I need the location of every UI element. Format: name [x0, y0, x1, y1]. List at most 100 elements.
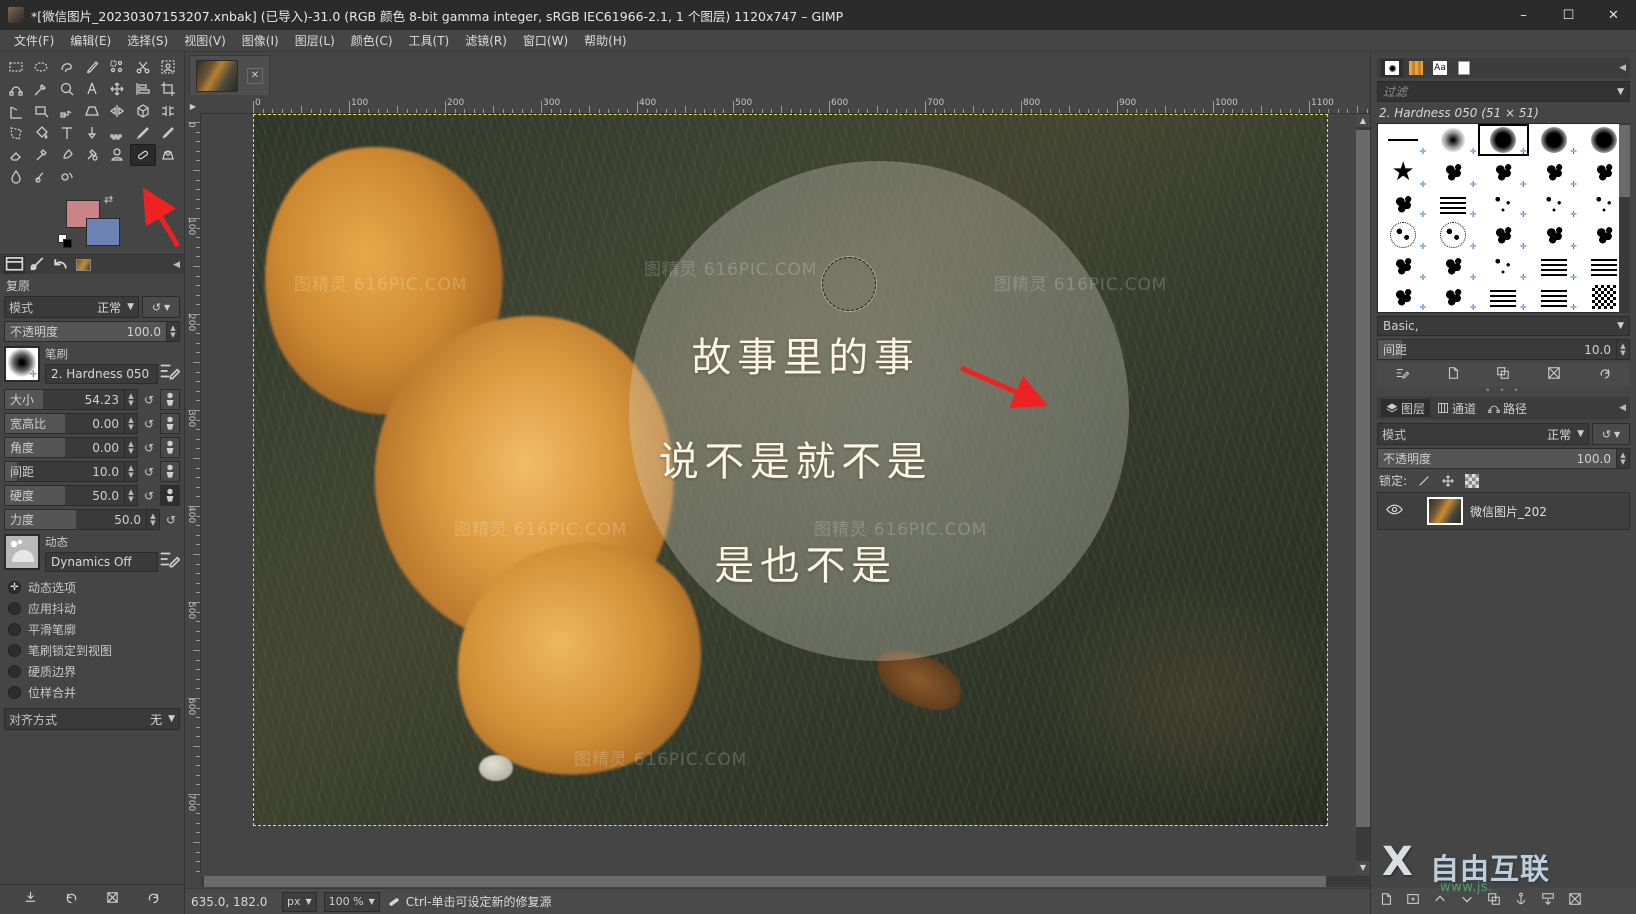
brush-spacing-slider[interactable]: 间距 10.0 — [1377, 339, 1617, 360]
reset-options-icon[interactable] — [146, 890, 161, 909]
brush-cell[interactable]: ✛ — [1529, 219, 1579, 251]
align-select[interactable]: 对齐方式 无 ▼ — [4, 708, 180, 730]
background-color-swatch[interactable] — [86, 218, 120, 246]
brush-cell[interactable]: ✛ — [1529, 124, 1579, 156]
rect-select-icon[interactable] — [3, 56, 28, 78]
lock-position-icon[interactable] — [1441, 474, 1455, 488]
dodge-burn-icon[interactable] — [54, 166, 79, 188]
brush-cell[interactable]: ✛ — [1378, 219, 1428, 251]
lock-pixels-icon[interactable] — [1417, 474, 1431, 488]
collapse-icon[interactable]: ◀ — [173, 260, 180, 270]
blur-sharpen-icon[interactable] — [3, 166, 28, 188]
brush-cell[interactable]: ★ ✛ — [1378, 156, 1428, 188]
hardness-stepper[interactable]: ▲ ▼ — [125, 485, 138, 506]
tab-images[interactable] — [73, 256, 94, 274]
layer-list-item[interactable]: 微信图片_202 — [1377, 492, 1630, 530]
checkbox-toggle[interactable] — [8, 686, 21, 699]
menu-item-3[interactable]: 视图(V) — [176, 30, 234, 51]
checkbox-row-1[interactable]: 应用抖动 — [4, 598, 180, 619]
dynamics-preview[interactable] — [4, 534, 40, 570]
checkbox-toggle[interactable] — [8, 581, 21, 594]
smudge-icon[interactable] — [28, 166, 53, 188]
new-group-icon[interactable] — [1406, 892, 1420, 910]
select-by-color-icon[interactable] — [105, 56, 130, 78]
checkbox-toggle[interactable] — [8, 644, 21, 657]
default-colors-icon[interactable] — [58, 234, 73, 249]
ink-icon[interactable] — [54, 144, 79, 166]
raise-layer-icon[interactable] — [1433, 892, 1447, 910]
perspective-icon[interactable] — [79, 100, 104, 122]
lower-layer-icon[interactable] — [1460, 892, 1474, 910]
brush-cell[interactable]: ✛ — [1529, 156, 1579, 189]
layer-opacity-slider[interactable]: 不透明度 100.0 — [1377, 448, 1617, 469]
menu-item-7[interactable]: 工具(T) — [401, 30, 458, 51]
scissors-select-icon[interactable] — [130, 56, 155, 78]
delete-brush-icon[interactable] — [1547, 366, 1561, 384]
tab-paths[interactable]: 路径 — [1483, 399, 1532, 417]
menu-item-1[interactable]: 编辑(E) — [62, 30, 119, 51]
brush-cell[interactable]: ✛ — [1529, 282, 1579, 312]
collapse-icon[interactable]: ◀ — [1619, 403, 1626, 413]
image-canvas[interactable]: 图精灵 616PIC.COM 图精灵 616PIC.COM 图精灵 616PIC… — [253, 114, 1328, 826]
link-spacing-icon[interactable] — [160, 461, 180, 482]
checkbox-row-5[interactable]: 位样合并 — [4, 682, 180, 703]
hardness-slider[interactable]: 硬度 50.0 — [4, 485, 125, 506]
3d-transform-icon[interactable] — [130, 100, 155, 122]
horizontal-scrollbar[interactable] — [185, 874, 1370, 888]
tab-channels[interactable]: 通道 — [1432, 399, 1481, 417]
checkbox-row-4[interactable]: 硬质边界 — [4, 661, 180, 682]
clone-icon[interactable] — [105, 144, 130, 166]
panel-grip[interactable]: • • • — [1377, 386, 1630, 396]
brush-cell[interactable]: ✛ — [1428, 124, 1478, 156]
new-layer-icon[interactable] — [1379, 892, 1393, 910]
maximize-button[interactable]: ☐ — [1546, 0, 1591, 30]
spacing-slider[interactable]: 间距 10.0 — [4, 461, 125, 482]
lock-alpha-icon[interactable] — [1465, 473, 1480, 488]
color-picker-icon[interactable] — [28, 78, 53, 100]
text-icon[interactable] — [54, 122, 79, 144]
brush-cell[interactable]: ✛ — [1529, 189, 1579, 219]
brush-cell[interactable]: ✛ — [1428, 219, 1478, 251]
tab-brushes[interactable] — [1381, 59, 1403, 77]
gradient-icon[interactable] — [79, 122, 104, 144]
handle-transform-icon[interactable] — [156, 100, 181, 122]
eye-icon[interactable] — [1383, 503, 1405, 520]
aspect-stepper[interactable]: ▲ ▼ — [125, 413, 138, 434]
tab-tool-options[interactable] — [4, 255, 25, 274]
layer-opacity-stepper[interactable]: ▲ ▼ — [1617, 448, 1630, 469]
edit-dynamics-icon[interactable] — [158, 534, 180, 570]
link-angle-icon[interactable] — [160, 437, 180, 458]
tab-undo-history[interactable] — [50, 256, 71, 274]
brush-grid-scrollbar[interactable] — [1619, 123, 1630, 313]
brush-grid[interactable]: ✛✛✛✛✛★✛✛✛✛✛✛✛✛✛✛✛✛✛✛✛✛✛✛✛✛✛✛✛✛✛ — [1377, 123, 1630, 313]
reset-angle-icon[interactable]: ↺ — [140, 437, 158, 458]
vscroll-thumb[interactable] — [1356, 130, 1370, 828]
layer-name[interactable]: 微信图片_202 — [1470, 503, 1547, 520]
edit-brush-icon[interactable] — [1395, 366, 1410, 384]
reset-hardness-icon[interactable]: ↺ — [140, 485, 158, 506]
menu-item-8[interactable]: 滤镜(R) — [457, 30, 515, 51]
close-button[interactable]: ✕ — [1591, 0, 1636, 30]
brush-cell[interactable]: ✛ — [1478, 124, 1529, 157]
brush-cell[interactable]: ✛ — [1478, 251, 1528, 282]
brush-cell[interactable]: ✛ — [1428, 251, 1478, 282]
brush-spacing-stepper[interactable]: ▲ ▼ — [1617, 339, 1630, 360]
anchor-layer-icon[interactable] — [1514, 892, 1528, 910]
close-icon[interactable]: ✕ — [247, 67, 263, 84]
zoom-icon[interactable] — [54, 78, 79, 100]
warp-transform-icon[interactable] — [54, 100, 79, 122]
menu-item-2[interactable]: 选择(S) — [119, 30, 176, 51]
image-tab[interactable]: ✕ — [189, 55, 270, 95]
move-icon[interactable] — [105, 78, 130, 100]
save-options-icon[interactable] — [23, 890, 38, 909]
brush-cell[interactable]: ✛ — [1378, 189, 1428, 219]
force-stepper[interactable]: ▲ ▼ — [147, 509, 160, 530]
brush-preview[interactable]: ✛ — [4, 346, 40, 382]
layer-mode-select[interactable]: 模式 正常 ▼ — [1377, 423, 1589, 445]
hscroll-track[interactable] — [201, 875, 1370, 887]
unit-select[interactable]: px ▼ — [282, 891, 317, 912]
canvas-area[interactable]: 图精灵 616PIC.COM 图精灵 616PIC.COM 图精灵 616PIC… — [201, 114, 1356, 874]
minimize-button[interactable]: – — [1501, 0, 1546, 30]
checkbox-row-2[interactable]: 平滑笔廓 — [4, 619, 180, 640]
link-hardness-icon[interactable] — [160, 485, 180, 506]
